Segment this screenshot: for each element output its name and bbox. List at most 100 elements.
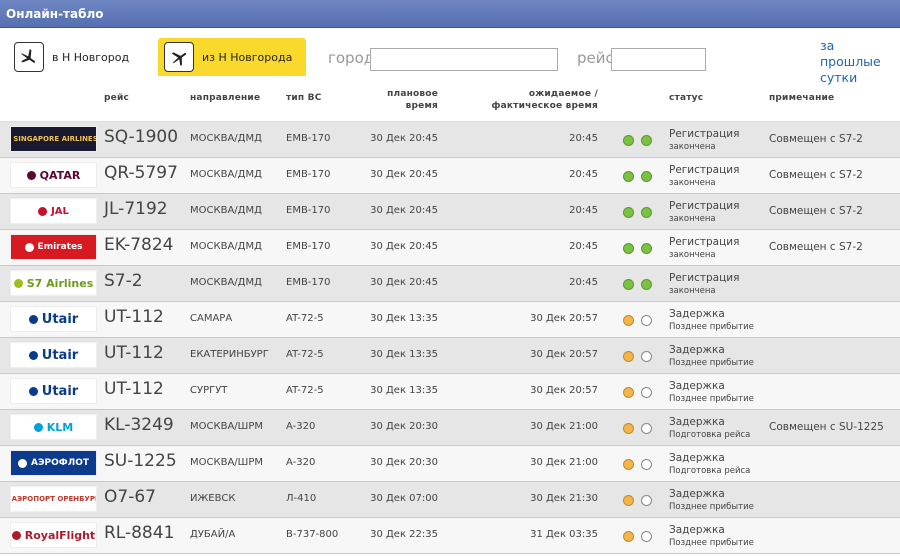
airline-logo-icon (28, 350, 38, 360)
status-detail: Подготовка рейса (669, 430, 751, 440)
direction: МОСКВА/ДМД (190, 169, 262, 180)
direction: САМАРА (190, 313, 233, 324)
flight-input[interactable] (611, 48, 706, 71)
col-expected: ожидаемое / фактическое время (491, 89, 598, 111)
airline-logo-icon (26, 170, 36, 180)
airline-logo: RoyalFlight (10, 522, 97, 548)
direction: МОСКВА/ДМД (190, 133, 262, 144)
status-indicator-icon (641, 207, 652, 218)
departures-label: из Н Новгорода (202, 50, 293, 64)
table-row[interactable]: S7 Airlines S7-2 МОСКВА/ДМД EMB-170 30 Дек 2… (0, 266, 900, 302)
direction: ЕКАТЕРИНБУРГ (190, 349, 269, 360)
airline-logo-icon (28, 386, 38, 396)
planned-time: 30 Дек 20:45 (370, 133, 438, 144)
status: Задержка (669, 416, 725, 428)
status-indicator-icon (623, 315, 634, 326)
plane-icon (164, 42, 194, 72)
status-indicator-icon (623, 279, 634, 290)
airline-logo-icon (28, 314, 38, 324)
status-indicator-icon (623, 495, 634, 506)
planned-time: 30 Дек 13:35 (370, 349, 438, 360)
aircraft-type: A-320 (286, 457, 316, 468)
airline-logo-icon (38, 206, 48, 216)
expected-time: 30 Дек 20:57 (530, 313, 598, 324)
note: Совмещен с S7-2 (769, 241, 863, 253)
table-row[interactable]: Utair UT-112 СУРГУТ AT-72-5 30 Дек 13:35 30 Д… (0, 374, 900, 410)
status: Регистрация (669, 236, 740, 248)
table-row[interactable]: QATAR QR-5797 МОСКВА/ДМД EMB-170 30 Дек 20:4… (0, 158, 900, 194)
previous-day-link[interactable]: за прошлые сутки (820, 38, 898, 86)
city-input[interactable] (370, 48, 558, 71)
status-detail: закончена (669, 142, 716, 152)
airline-logo: JAL (10, 198, 97, 224)
status-indicator-icon (623, 243, 634, 254)
planned-time: 30 Дек 20:45 (370, 277, 438, 288)
planned-time: 30 Дек 20:30 (370, 457, 438, 468)
direction: МОСКВА/ДМД (190, 205, 262, 216)
airline-logo: QATAR (10, 162, 97, 188)
table-row[interactable]: АЭРОПОРТ ОРЕНБУРГ O7-67 ИЖЕВСК Л-410 30 Дек … (0, 482, 900, 518)
planned-time: 30 Дек 20:45 (370, 205, 438, 216)
status-indicator-icon (623, 387, 634, 398)
planned-time: 30 Дек 20:30 (370, 421, 438, 432)
note: Совмещен с S7-2 (769, 205, 863, 217)
flight-number: UT-112 (104, 343, 164, 363)
expected-time: 20:45 (569, 241, 598, 252)
airline-logo: SINGAPORE AIRLINES (10, 126, 97, 152)
status-indicator-icon (641, 243, 652, 254)
plane-icon (14, 42, 44, 72)
status-detail: Позднее прибытие (669, 358, 754, 368)
flight-number: EK-7824 (104, 235, 174, 255)
aircraft-type: EMB-170 (286, 277, 331, 288)
status-indicator-icon (641, 423, 652, 434)
toolbar: в Н Новгород из Н Новгорода город рейс з… (0, 28, 900, 85)
status-indicator-icon (623, 531, 634, 542)
status: Задержка (669, 452, 725, 464)
direction: СУРГУТ (190, 385, 228, 396)
flight-number: UT-112 (104, 379, 164, 399)
airline-logo-icon (33, 422, 43, 432)
table-row[interactable]: Emirates EK-7824 МОСКВА/ДМД EMB-170 30 Дек 2… (0, 230, 900, 266)
expected-time: 30 Дек 21:00 (530, 457, 598, 468)
table-row[interactable]: Utair UT-112 ЕКАТЕРИНБУРГ AT-72-5 30 Дек 13:… (0, 338, 900, 374)
col-flight: рейс (104, 93, 129, 103)
note: Совмещен с S7-2 (769, 169, 863, 181)
table-row[interactable]: Utair UT-112 САМАРА AT-72-5 30 Дек 13:35 30 Д… (0, 302, 900, 338)
status: Задержка (669, 380, 725, 392)
airline-logo-icon (11, 530, 21, 540)
status-detail: Позднее прибытие (669, 538, 754, 548)
status-indicator-icon (623, 135, 634, 146)
departures-button[interactable]: из Н Новгорода (158, 38, 306, 76)
direction: МОСКВА/ШРМ (190, 457, 264, 468)
note: Совмещен с SU-1225 (769, 421, 884, 433)
status-indicator-icon (623, 423, 634, 434)
flight-number: SU-1225 (104, 451, 177, 471)
planned-time: 30 Дек 20:45 (370, 241, 438, 252)
airline-logo: Emirates (10, 234, 97, 260)
flight-filter-label: рейс (577, 49, 614, 67)
airline-logo: АЭРОФЛОТ (10, 450, 97, 476)
planned-time: 30 Дек 07:00 (370, 493, 438, 504)
table-row[interactable]: JAL JL-7192 МОСКВА/ДМД EMB-170 30 Дек 20:45 2… (0, 194, 900, 230)
aircraft-type: B-737-800 (286, 529, 339, 540)
direction: ИЖЕВСК (190, 493, 236, 504)
planned-time: 30 Дек 22:35 (370, 529, 438, 540)
airline-logo-icon (24, 242, 34, 252)
expected-time: 20:45 (569, 277, 598, 288)
expected-time: 30 Дек 21:30 (530, 493, 598, 504)
airline-logo: S7 Airlines (10, 270, 97, 296)
table-row[interactable]: KLM KL-3249 МОСКВА/ШРМ A-320 30 Дек 20:30 30 … (0, 410, 900, 446)
table-row[interactable]: SINGAPORE AIRLINES SQ-1900 МОСКВА/ДМД EMB-1… (0, 122, 900, 158)
airline-logo: АЭРОПОРТ ОРЕНБУРГ (10, 486, 97, 512)
airline-logo-icon (17, 458, 27, 468)
table-row[interactable]: АЭРОФЛОТ SU-1225 МОСКВА/ШРМ A-320 30 Дек 20:… (0, 446, 900, 482)
aircraft-type: Л-410 (286, 493, 317, 504)
planned-time: 30 Дек 13:35 (370, 385, 438, 396)
aircraft-type: EMB-170 (286, 205, 331, 216)
arrivals-button[interactable]: в Н Новгород (8, 38, 148, 76)
table-row[interactable]: RoyalFlight RL-8841 ДУБАЙ/А B-737-800 30 Дек… (0, 518, 900, 554)
col-note: примечание (769, 93, 835, 103)
aircraft-type: A-320 (286, 421, 316, 432)
status-indicator-icon (641, 387, 652, 398)
status-indicator-icon (641, 351, 652, 362)
